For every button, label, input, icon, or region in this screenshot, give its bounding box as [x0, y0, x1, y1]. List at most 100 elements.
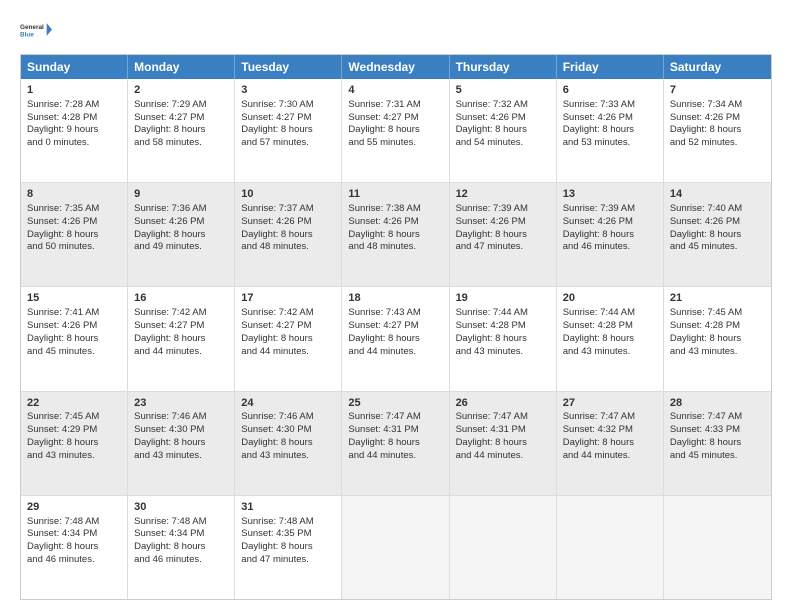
- svg-text:Blue: Blue: [20, 31, 34, 38]
- day-info-line: Daylight: 8 hours: [563, 437, 657, 450]
- day-info-line: and 43 minutes.: [134, 450, 228, 463]
- day-number: 8: [27, 187, 121, 202]
- calendar-row-4: 29Sunrise: 7:48 AMSunset: 4:34 PMDayligh…: [21, 495, 771, 599]
- day-info-line: Sunset: 4:31 PM: [456, 424, 550, 437]
- day-number: 24: [241, 396, 335, 411]
- calendar-cell-18: 18Sunrise: 7:43 AMSunset: 4:27 PMDayligh…: [342, 287, 449, 390]
- day-info-line: Sunrise: 7:32 AM: [456, 99, 550, 112]
- day-info-line: Sunrise: 7:39 AM: [563, 203, 657, 216]
- day-info-line: Sunset: 4:26 PM: [563, 112, 657, 125]
- day-number: 10: [241, 187, 335, 202]
- day-info-line: Sunrise: 7:47 AM: [456, 411, 550, 424]
- day-info-line: Sunset: 4:26 PM: [670, 112, 765, 125]
- day-number: 29: [27, 500, 121, 515]
- day-info-line: Sunset: 4:28 PM: [27, 112, 121, 125]
- day-info-line: and 46 minutes.: [563, 241, 657, 254]
- calendar-cell-empty-4-4: [450, 496, 557, 599]
- day-info-line: Sunset: 4:27 PM: [134, 320, 228, 333]
- day-number: 21: [670, 291, 765, 306]
- calendar-cell-19: 19Sunrise: 7:44 AMSunset: 4:28 PMDayligh…: [450, 287, 557, 390]
- calendar-cell-30: 30Sunrise: 7:48 AMSunset: 4:34 PMDayligh…: [128, 496, 235, 599]
- day-info-line: Sunset: 4:26 PM: [456, 216, 550, 229]
- calendar-cell-6: 6Sunrise: 7:33 AMSunset: 4:26 PMDaylight…: [557, 79, 664, 182]
- day-info-line: Sunrise: 7:45 AM: [670, 307, 765, 320]
- day-info-line: Sunrise: 7:46 AM: [134, 411, 228, 424]
- day-info-line: and 44 minutes.: [134, 346, 228, 359]
- day-info-line: Daylight: 8 hours: [670, 333, 765, 346]
- day-info-line: and 44 minutes.: [348, 346, 442, 359]
- day-info-line: Sunrise: 7:46 AM: [241, 411, 335, 424]
- day-number: 25: [348, 396, 442, 411]
- calendar-cell-11: 11Sunrise: 7:38 AMSunset: 4:26 PMDayligh…: [342, 183, 449, 286]
- day-info-line: and 44 minutes.: [563, 450, 657, 463]
- day-info-line: and 43 minutes.: [241, 450, 335, 463]
- calendar-cell-12: 12Sunrise: 7:39 AMSunset: 4:26 PMDayligh…: [450, 183, 557, 286]
- day-number: 30: [134, 500, 228, 515]
- day-info-line: Sunrise: 7:44 AM: [456, 307, 550, 320]
- day-number: 22: [27, 396, 121, 411]
- day-info-line: and 44 minutes.: [241, 346, 335, 359]
- day-number: 6: [563, 83, 657, 98]
- calendar-cell-empty-4-6: [664, 496, 771, 599]
- day-info-line: Daylight: 8 hours: [241, 124, 335, 137]
- day-number: 23: [134, 396, 228, 411]
- calendar-cell-20: 20Sunrise: 7:44 AMSunset: 4:28 PMDayligh…: [557, 287, 664, 390]
- calendar-cell-29: 29Sunrise: 7:48 AMSunset: 4:34 PMDayligh…: [21, 496, 128, 599]
- day-info-line: Sunset: 4:28 PM: [456, 320, 550, 333]
- day-info-line: Sunset: 4:26 PM: [27, 216, 121, 229]
- day-info-line: Sunrise: 7:39 AM: [456, 203, 550, 216]
- calendar-cell-16: 16Sunrise: 7:42 AMSunset: 4:27 PMDayligh…: [128, 287, 235, 390]
- day-info-line: Sunrise: 7:29 AM: [134, 99, 228, 112]
- logo-icon: GeneralBlue: [20, 16, 52, 44]
- day-info-line: and 45 minutes.: [670, 450, 765, 463]
- calendar: SundayMondayTuesdayWednesdayThursdayFrid…: [20, 54, 772, 600]
- day-info-line: Sunset: 4:30 PM: [134, 424, 228, 437]
- day-number: 17: [241, 291, 335, 306]
- day-info-line: Daylight: 8 hours: [134, 124, 228, 137]
- day-info-line: Daylight: 8 hours: [134, 541, 228, 554]
- day-number: 7: [670, 83, 765, 98]
- day-info-line: and 54 minutes.: [456, 137, 550, 150]
- day-info-line: Sunrise: 7:47 AM: [670, 411, 765, 424]
- day-info-line: Sunrise: 7:36 AM: [134, 203, 228, 216]
- day-info-line: Sunset: 4:34 PM: [27, 528, 121, 541]
- calendar-cell-21: 21Sunrise: 7:45 AMSunset: 4:28 PMDayligh…: [664, 287, 771, 390]
- calendar-cell-2: 2Sunrise: 7:29 AMSunset: 4:27 PMDaylight…: [128, 79, 235, 182]
- day-number: 3: [241, 83, 335, 98]
- day-info-line: Sunset: 4:27 PM: [241, 112, 335, 125]
- day-info-line: Daylight: 8 hours: [456, 437, 550, 450]
- calendar-cell-25: 25Sunrise: 7:47 AMSunset: 4:31 PMDayligh…: [342, 392, 449, 495]
- day-info-line: and 47 minutes.: [456, 241, 550, 254]
- day-info-line: Daylight: 9 hours: [27, 124, 121, 137]
- day-info-line: Daylight: 8 hours: [348, 124, 442, 137]
- day-info-line: Sunset: 4:28 PM: [670, 320, 765, 333]
- day-info-line: Sunset: 4:26 PM: [241, 216, 335, 229]
- day-info-line: Daylight: 8 hours: [241, 229, 335, 242]
- day-info-line: Sunset: 4:26 PM: [563, 216, 657, 229]
- day-info-line: and 46 minutes.: [134, 554, 228, 567]
- day-info-line: Daylight: 8 hours: [241, 437, 335, 450]
- day-info-line: Sunrise: 7:48 AM: [27, 516, 121, 529]
- day-info-line: Daylight: 8 hours: [456, 124, 550, 137]
- day-info-line: and 43 minutes.: [27, 450, 121, 463]
- header-day-sunday: Sunday: [21, 55, 128, 79]
- calendar-row-3: 22Sunrise: 7:45 AMSunset: 4:29 PMDayligh…: [21, 391, 771, 495]
- day-info-line: Daylight: 8 hours: [27, 541, 121, 554]
- day-info-line: and 49 minutes.: [134, 241, 228, 254]
- day-info-line: Daylight: 8 hours: [456, 333, 550, 346]
- day-info-line: Daylight: 8 hours: [670, 437, 765, 450]
- day-info-line: Daylight: 8 hours: [241, 333, 335, 346]
- header: GeneralBlue: [20, 16, 772, 44]
- day-info-line: Daylight: 8 hours: [456, 229, 550, 242]
- calendar-cell-4: 4Sunrise: 7:31 AMSunset: 4:27 PMDaylight…: [342, 79, 449, 182]
- calendar-cell-empty-4-3: [342, 496, 449, 599]
- calendar-cell-8: 8Sunrise: 7:35 AMSunset: 4:26 PMDaylight…: [21, 183, 128, 286]
- calendar-cell-10: 10Sunrise: 7:37 AMSunset: 4:26 PMDayligh…: [235, 183, 342, 286]
- day-info-line: Sunset: 4:34 PM: [134, 528, 228, 541]
- day-info-line: Sunrise: 7:33 AM: [563, 99, 657, 112]
- day-info-line: Sunset: 4:27 PM: [348, 112, 442, 125]
- day-info-line: Sunset: 4:29 PM: [27, 424, 121, 437]
- day-info-line: Sunset: 4:35 PM: [241, 528, 335, 541]
- header-day-thursday: Thursday: [450, 55, 557, 79]
- calendar-cell-5: 5Sunrise: 7:32 AMSunset: 4:26 PMDaylight…: [450, 79, 557, 182]
